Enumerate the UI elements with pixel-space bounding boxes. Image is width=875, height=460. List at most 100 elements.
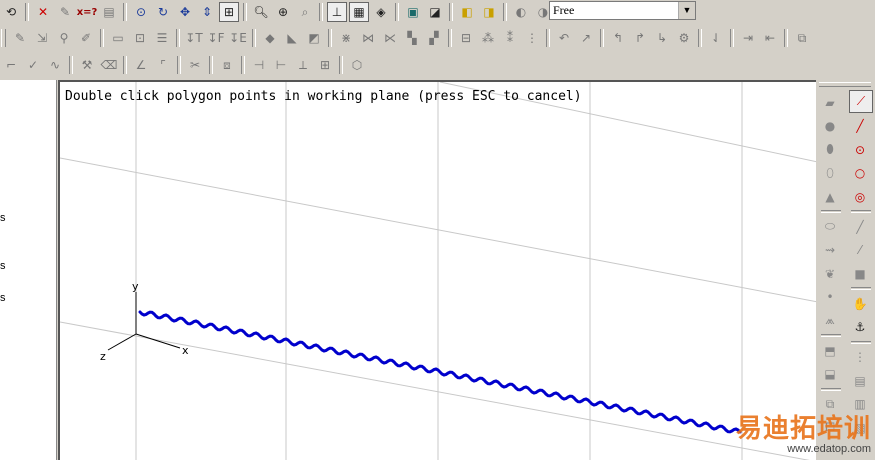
tree-item[interactable]: s: [0, 260, 6, 272]
eraser-icon[interactable]: ⌫: [99, 55, 119, 75]
link-icon[interactable]: ⌐: [1, 55, 21, 75]
shape2-icon[interactable]: ◣: [282, 28, 302, 48]
point-icon[interactable]: •: [819, 287, 841, 308]
sweep-icon[interactable]: ❦: [819, 263, 841, 284]
people-icon[interactable]: ⁂: [478, 28, 498, 48]
shape3-icon[interactable]: ◩: [304, 28, 324, 48]
mesh4-icon[interactable]: ▚: [402, 28, 422, 48]
zoom-all-icon[interactable]: ⊕: [273, 2, 293, 22]
surface-icon[interactable]: ▰: [819, 92, 841, 113]
f-icon[interactable]: ↧F: [206, 28, 226, 48]
view-rotate-icon[interactable]: ⊙: [131, 2, 151, 22]
group-icon[interactable]: ⧉: [792, 28, 812, 48]
doc-b-icon[interactable]: ▤: [849, 370, 871, 391]
doc-icon[interactable]: ⊟: [456, 28, 476, 48]
tree-item[interactable]: s: [0, 212, 6, 224]
mesh5-icon[interactable]: ▞: [424, 28, 444, 48]
cut-icon[interactable]: ✂: [185, 55, 205, 75]
delete-icon[interactable]: ✕: [33, 2, 53, 22]
split3-icon[interactable]: ⟂: [293, 55, 313, 75]
ellipse-icon[interactable]: ⬭: [819, 216, 841, 237]
straight-line-icon[interactable]: ╱: [849, 216, 871, 237]
model-icon[interactable]: ◪: [425, 2, 445, 22]
shape-a-icon[interactable]: ⬮: [819, 139, 841, 160]
sort-icon[interactable]: ⇃: [706, 28, 726, 48]
look-icon[interactable]: ⇕: [197, 2, 217, 22]
graph-icon[interactable]: ⊡: [130, 28, 150, 48]
gear-icon[interactable]: ⚙: [674, 28, 694, 48]
shape-b-icon[interactable]: ⬯: [819, 163, 841, 184]
loft-icon[interactable]: ⇝: [819, 240, 841, 261]
save-icon[interactable]: ▣: [403, 2, 423, 22]
arc-icon[interactable]: ◎: [849, 186, 871, 207]
workplane-icon[interactable]: ◈: [371, 2, 391, 22]
angle2-icon[interactable]: ⌜: [153, 55, 173, 75]
split2-icon[interactable]: ⊢: [271, 55, 291, 75]
triad-icon[interactable]: ⊥: [327, 2, 347, 22]
beam-icon[interactable]: ⇥: [738, 28, 758, 48]
undo-icon[interactable]: ⟲: [1, 2, 21, 22]
arrow-icon[interactable]: ↶: [554, 28, 574, 48]
pointer-icon[interactable]: ⇲: [32, 28, 52, 48]
toolbar-grip[interactable]: [819, 82, 871, 87]
people2-icon[interactable]: ⁑: [500, 28, 520, 48]
extrude-icon[interactable]: ⬒: [819, 340, 841, 361]
revolve-icon[interactable]: ⩕: [819, 310, 841, 331]
zoom-icon[interactable]: 🔍︎: [251, 2, 271, 22]
pen2-icon[interactable]: ✐: [76, 28, 96, 48]
view-mode-select[interactable]: Free ▼: [549, 1, 696, 20]
mesh2-icon[interactable]: ⋈: [358, 28, 378, 48]
chevron-down-icon[interactable]: ▼: [678, 2, 695, 19]
circle-center-icon[interactable]: ⊙: [849, 139, 871, 160]
hide-icon[interactable]: ◨: [479, 2, 499, 22]
monitor-icon[interactable]: ▭: [108, 28, 128, 48]
toolbar-grip[interactable]: [1, 29, 6, 47]
anchor-icon[interactable]: ⚓: [849, 317, 871, 338]
cube-icon[interactable]: ⬡: [347, 55, 367, 75]
pan-icon[interactable]: ✥: [175, 2, 195, 22]
polyline-icon[interactable]: ⟋: [849, 90, 873, 113]
grid-icon[interactable]: ▦: [349, 2, 369, 22]
line-icon[interactable]: ╱: [849, 116, 871, 137]
settings-icon[interactable]: ⚒: [77, 55, 97, 75]
split-icon[interactable]: ⊣: [249, 55, 269, 75]
assign-icon[interactable]: ◧: [457, 2, 477, 22]
query-value-icon[interactable]: x=?: [77, 2, 98, 22]
grid2-icon[interactable]: ⊞: [315, 55, 335, 75]
arrow5-icon[interactable]: ↳: [652, 28, 672, 48]
check-icon[interactable]: ✓: [23, 55, 43, 75]
tag-icon[interactable]: ⚲: [54, 28, 74, 48]
modeling-viewport[interactable]: y x z Double click polygon points in wor…: [58, 80, 816, 460]
beam2-icon[interactable]: ⇤: [760, 28, 780, 48]
show-icon[interactable]: ◐: [511, 2, 531, 22]
shell-icon[interactable]: ⬓: [819, 364, 841, 385]
rectangle-icon[interactable]: ■: [849, 263, 871, 284]
model-tree-panel[interactable]: s s s: [0, 80, 57, 460]
circle-icon[interactable]: ○: [849, 163, 871, 184]
box-icon[interactable]: ⧈: [217, 55, 237, 75]
refresh-icon[interactable]: ↻: [153, 2, 173, 22]
cone-icon[interactable]: ▲: [819, 186, 841, 207]
zoom-window-icon[interactable]: ⊞: [219, 2, 239, 22]
hand-icon[interactable]: ✋: [849, 293, 871, 314]
fraction-line-icon[interactable]: ⁄: [849, 240, 871, 261]
node-icon[interactable]: ⋮: [522, 28, 542, 48]
erase-icon[interactable]: ✎: [55, 2, 75, 22]
wave-icon[interactable]: ∿: [45, 55, 65, 75]
shape-icon[interactable]: ◆: [260, 28, 280, 48]
mesh3-icon[interactable]: ⋉: [380, 28, 400, 48]
fit-icon[interactable]: ⌕: [295, 2, 315, 22]
e-icon[interactable]: ↧E: [228, 28, 248, 48]
doc-a-icon[interactable]: ⋮: [849, 347, 871, 368]
mesh-icon[interactable]: ⋇: [336, 28, 356, 48]
arrow3-icon[interactable]: ↰: [608, 28, 628, 48]
tree-item[interactable]: s: [0, 292, 6, 304]
arrow2-icon[interactable]: ↗: [576, 28, 596, 48]
list-icon[interactable]: ☰: [152, 28, 172, 48]
sphere-icon[interactable]: ●: [819, 116, 841, 137]
arrow4-icon[interactable]: ↱: [630, 28, 650, 48]
layer-icon[interactable]: ▤: [99, 2, 119, 22]
angle-icon[interactable]: ∠: [131, 55, 151, 75]
t-icon[interactable]: ↧T: [184, 28, 204, 48]
pen-icon[interactable]: ✎: [10, 28, 30, 48]
